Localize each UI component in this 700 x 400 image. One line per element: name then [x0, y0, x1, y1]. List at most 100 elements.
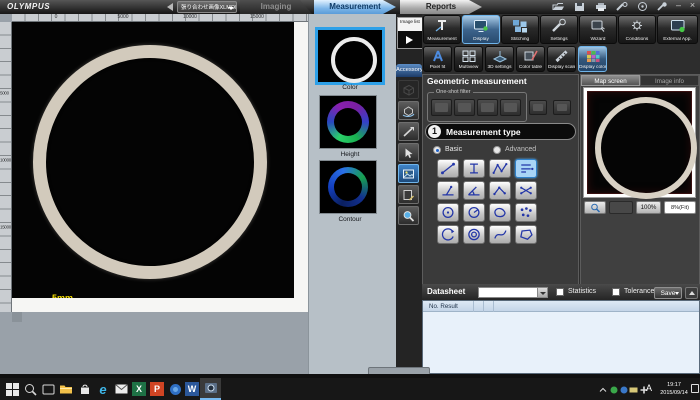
- minimize-button[interactable]: –: [672, 0, 685, 11]
- prev-image-button[interactable]: [167, 3, 173, 11]
- notification-center-icon[interactable]: [691, 384, 699, 393]
- onedrive-icon[interactable]: [167, 381, 183, 397]
- ribbon-measurement-button[interactable]: Measurement: [423, 15, 461, 44]
- tool-point-count-button[interactable]: [515, 203, 537, 222]
- tab-image-info[interactable]: Image info: [640, 75, 699, 86]
- powerpoint-icon[interactable]: P: [149, 381, 165, 397]
- pixel-fit-button[interactable]: Pixel fit: [423, 46, 452, 72]
- horizontal-ruler: 0 5000 10000 15000: [12, 14, 308, 22]
- multiview-button[interactable]: Multiview: [454, 46, 483, 72]
- open-icon[interactable]: [552, 2, 565, 11]
- chevron-up-icon[interactable]: [598, 385, 607, 394]
- datasheet-select[interactable]: [478, 287, 548, 298]
- word-icon[interactable]: W: [184, 381, 200, 397]
- profile-tool-icon[interactable]: [398, 122, 419, 141]
- tool-line-button[interactable]: [437, 159, 459, 178]
- one-shot-filter-button-4[interactable]: [500, 99, 521, 116]
- basic-radio-label: Basic: [445, 146, 462, 153]
- edge-icon[interactable]: e: [95, 381, 111, 397]
- tab-reports[interactable]: Reports: [400, 0, 482, 14]
- ribbon-external-app-button[interactable]: External App.: [657, 15, 698, 44]
- datasheet-table-header: No. Result: [423, 301, 699, 312]
- tool-freeform-area-button[interactable]: [489, 203, 511, 222]
- tool-polyline-button[interactable]: [489, 159, 511, 178]
- datasheet-table[interactable]: No. Result: [422, 300, 700, 374]
- image-view-icon[interactable]: [398, 164, 419, 183]
- specimen-image[interactable]: 5mm: [12, 22, 294, 298]
- color-table-button[interactable]: Color table: [516, 46, 545, 72]
- cube-3d-icon[interactable]: [398, 80, 419, 99]
- pointer-tool-icon[interactable]: [398, 143, 419, 162]
- map-zoom-button[interactable]: [584, 201, 606, 214]
- tool-circle-radius-button[interactable]: [463, 203, 485, 222]
- save-button[interactable]: Save: [654, 287, 682, 299]
- close-button[interactable]: ×: [686, 0, 699, 11]
- tool-three-point-angle-button[interactable]: [489, 181, 511, 200]
- tool-perpendicular-button[interactable]: [437, 181, 459, 200]
- mail-icon[interactable]: [113, 381, 129, 397]
- setup-icon[interactable]: [655, 2, 668, 11]
- tool-curve-length-button[interactable]: [489, 225, 511, 244]
- tray-folder-icon[interactable]: [629, 385, 638, 394]
- thumbnail-height[interactable]: [319, 95, 377, 149]
- ribbon-wizard-button[interactable]: Wizard: [579, 15, 617, 44]
- one-shot-filter-button-2[interactable]: [454, 99, 475, 116]
- tray-sync-icon[interactable]: [619, 385, 628, 394]
- print-icon[interactable]: [594, 2, 607, 11]
- tolerance-checkbox[interactable]: [612, 288, 620, 296]
- taskbar-clock[interactable]: 19:17 2015/09/14: [658, 381, 690, 397]
- advanced-radio[interactable]: [493, 146, 501, 154]
- zoom-value-field[interactable]: 8%(Fit): [664, 201, 696, 214]
- one-shot-filter-button-1[interactable]: [431, 99, 452, 116]
- display-color-button[interactable]: Display color: [578, 46, 607, 72]
- tool-height-difference-button[interactable]: [463, 159, 485, 178]
- tool-parallel-lines-button[interactable]: [515, 159, 537, 178]
- chevron-down-icon[interactable]: [537, 288, 547, 297]
- stitched-image-canvas[interactable]: 5mm: [12, 22, 308, 312]
- magnifier-icon[interactable]: [398, 206, 419, 225]
- tool-angle-button[interactable]: [463, 181, 485, 200]
- ribbon-stitching-button[interactable]: Stitching: [501, 15, 539, 44]
- search-icon[interactable]: [22, 381, 38, 397]
- thumbnail-color[interactable]: [315, 27, 385, 85]
- ribbon-settings-button[interactable]: Settings: [540, 15, 578, 44]
- tool-concentric-circles-button[interactable]: [463, 225, 485, 244]
- tray-status-icon[interactable]: [609, 385, 618, 394]
- tool-point-to-point-button[interactable]: [515, 181, 537, 200]
- map-preview[interactable]: [583, 87, 696, 198]
- active-app-icon[interactable]: [200, 378, 221, 400]
- tab-map-screen[interactable]: Map screen: [581, 75, 640, 86]
- file-explorer-icon[interactable]: [58, 381, 74, 397]
- one-shot-filter-button-6[interactable]: [553, 100, 571, 115]
- zoom-100-button[interactable]: 100%: [636, 201, 661, 214]
- one-shot-filter-button-5[interactable]: [529, 100, 547, 115]
- rotate-3d-icon[interactable]: [398, 101, 419, 120]
- ribbon-conditions-button[interactable]: Conditions: [618, 15, 656, 44]
- tool-arc-button[interactable]: [437, 225, 459, 244]
- store-icon[interactable]: [77, 381, 93, 397]
- basic-radio[interactable]: [433, 146, 441, 154]
- tab-measurement[interactable]: Measurement: [314, 0, 396, 14]
- excel-icon[interactable]: X: [131, 381, 147, 397]
- statistics-checkbox[interactable]: [556, 288, 564, 296]
- thumbnail-contour[interactable]: [319, 160, 377, 214]
- task-view-icon[interactable]: [40, 381, 56, 397]
- image-list-button[interactable]: Image list: [397, 17, 423, 49]
- chevron-down-icon[interactable]: [228, 7, 234, 10]
- one-shot-filter-button-3[interactable]: [477, 99, 498, 116]
- collapse-datasheet-button[interactable]: [685, 287, 698, 299]
- save-icon[interactable]: [573, 2, 586, 11]
- tools-icon[interactable]: [615, 2, 628, 11]
- tab-imaging[interactable]: Imaging: [240, 0, 312, 14]
- 3d-settings-button[interactable]: 3D settings: [485, 46, 514, 72]
- display-scale-button[interactable]: Display scale: [547, 46, 576, 72]
- start-button[interactable]: [4, 381, 20, 397]
- ribbon-display-button[interactable]: Display: [462, 15, 500, 44]
- measurement-type-header: 1 Measurement type: [425, 123, 576, 140]
- tool-polygon-button[interactable]: [515, 225, 537, 244]
- annotation-icon[interactable]: [398, 185, 419, 204]
- image-name-tab[interactable]: 張り合わせ画像XLMOB: [177, 1, 237, 13]
- input-method-indicator[interactable]: A: [646, 383, 652, 393]
- help-icon[interactable]: [636, 2, 649, 11]
- tool-circle-button[interactable]: [437, 203, 459, 222]
